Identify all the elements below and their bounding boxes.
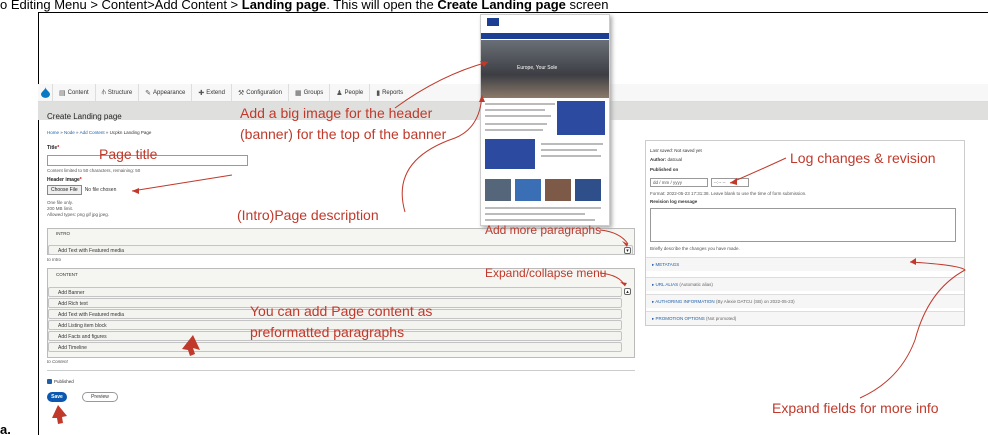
figure-label: a. [0, 422, 11, 435]
annotation-arrows [52, 61, 966, 424]
